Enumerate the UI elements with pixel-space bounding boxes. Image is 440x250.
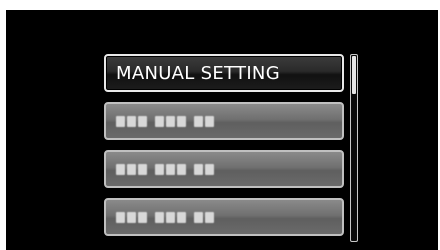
menu-list: MANUAL SETTING xyxy=(104,54,344,246)
menu-item-placeholder-1[interactable] xyxy=(104,102,344,140)
menu-item-label: MANUAL SETTING xyxy=(116,62,280,84)
obscured-label xyxy=(116,211,214,223)
obscured-label xyxy=(116,163,214,175)
menu-item-manual-setting[interactable]: MANUAL SETTING xyxy=(104,54,344,92)
obscured-label xyxy=(116,115,214,127)
menu-item-placeholder-3[interactable] xyxy=(104,198,344,236)
menu-item-placeholder-2[interactable] xyxy=(104,150,344,188)
camera-menu-screen: MANUAL SETTING xyxy=(6,10,438,250)
menu-scrollbar[interactable] xyxy=(350,54,358,242)
scrollbar-thumb[interactable] xyxy=(352,56,356,94)
